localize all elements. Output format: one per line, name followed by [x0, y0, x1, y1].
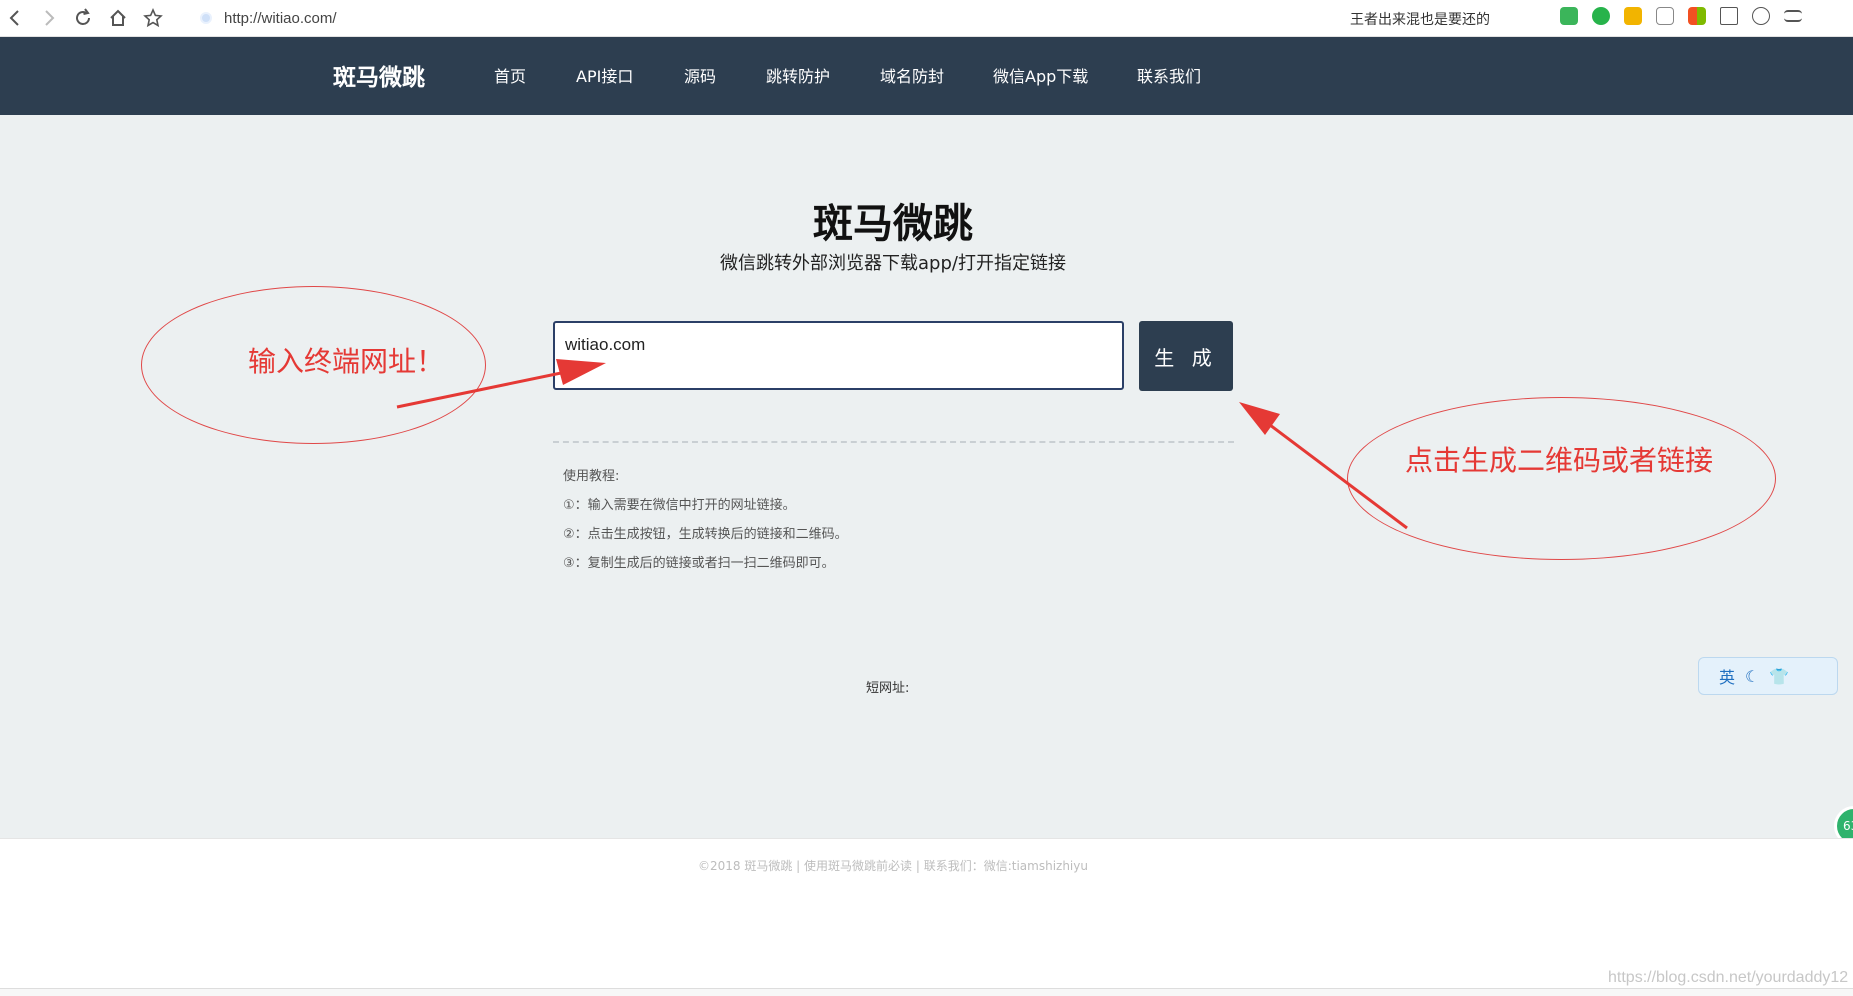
- shirt-icon: 👕: [1769, 666, 1790, 686]
- watermark: https://blog.csdn.net/yourdaddy12: [1608, 969, 1849, 986]
- floating-badge-count: 63: [1843, 819, 1853, 833]
- footer-text: ©2018 斑马微跳 | 使用斑马微跳前必读 | 联系我们：微信:tiamshi…: [698, 859, 1088, 873]
- input-method-label: 英: [1719, 668, 1736, 687]
- annotation-arrow-right: [1239, 402, 1408, 530]
- browser-statusbar: [0, 988, 1853, 996]
- annotation-arrow-left: [396, 359, 606, 409]
- site-footer: ©2018 斑马微跳 | 使用斑马微跳前必读 | 联系我们：微信:tiamshi…: [0, 838, 1853, 988]
- moon-icon: ☾: [1745, 666, 1760, 686]
- input-method-widget[interactable]: 英 ☾ 👕: [1698, 657, 1838, 695]
